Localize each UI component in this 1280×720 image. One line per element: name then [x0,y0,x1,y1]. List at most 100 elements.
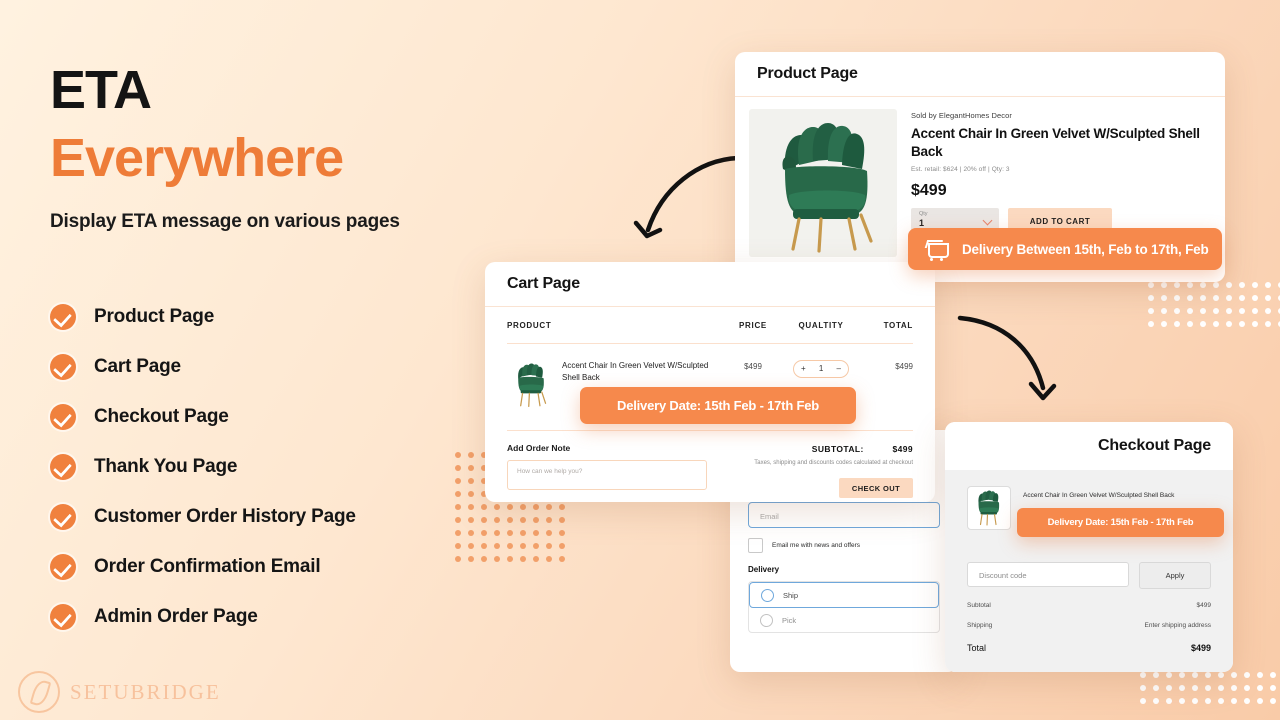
decorative-dot [1265,282,1271,288]
decorative-dot [1226,321,1232,327]
column-total: TOTAL [883,320,913,330]
order-note-input[interactable]: How can we help you? [507,460,707,490]
column-product: PRODUCT [507,320,552,330]
decorative-dot [1148,308,1154,314]
decorative-dot [1161,282,1167,288]
decorative-dot [1140,672,1146,678]
increment-button[interactable]: + [801,364,806,373]
decrement-button[interactable]: – [837,364,841,373]
arrow-to-cart-icon [633,155,741,239]
newsletter-row[interactable]: Email me with news and offers [748,538,940,553]
decorative-dot [533,530,539,536]
decorative-dot [1252,295,1258,301]
newsletter-checkbox[interactable] [748,538,763,553]
delivery-option-pick[interactable]: Pick [749,608,939,632]
decorative-dot [1161,295,1167,301]
decorative-dot [1200,321,1206,327]
checkout-page-title: Checkout Page [1098,437,1211,454]
checkout-page-card: Checkout Page Accent Chair In Green Velv… [945,422,1233,672]
column-quantity: QUALTITY [798,320,844,330]
decorative-dot [520,504,526,510]
cart-summary: SUBTOTAL: $499 Taxes, shipping and disco… [754,443,913,498]
decorative-dot [1179,698,1185,704]
email-field[interactable]: Email [748,502,940,528]
decorative-dot [1179,672,1185,678]
quantity-stepper[interactable]: + 1 – [793,359,849,378]
quantity-value: 1 [919,218,925,229]
decorative-dot [1231,685,1237,691]
decorative-dot [1226,308,1232,314]
apply-discount-button[interactable]: Apply [1139,562,1211,589]
decorative-dot [1244,672,1250,678]
cart-price-value: $499 [744,362,762,371]
decorative-dot [546,556,552,562]
decorative-dot [1179,685,1185,691]
decorative-dot [559,530,565,536]
feature-item: Admin Order Page [50,592,520,642]
decorative-dot [1270,698,1276,704]
decorative-dot [559,543,565,549]
decorative-dot [1231,698,1237,704]
decorative-dot [1192,685,1198,691]
quantity-label: Qty [919,211,928,218]
decorative-dot [1174,295,1180,301]
decorative-dot [520,543,526,549]
delivery-options: Ship Pick [748,581,940,633]
decorative-dot [1252,282,1258,288]
decorative-dot [533,504,539,510]
cart-footer: Add Order Note How can we help you? SUBT… [485,431,935,498]
page-title: ETA [50,60,152,120]
decorative-dot [1174,321,1180,327]
setubridge-logo: SETUBRIDGE [18,671,221,713]
check-out-button[interactable]: CHECK OUT [839,478,913,498]
product-sold-by: Sold by ElegantHomes Decor [911,111,1012,120]
green-velvet-chair-illustration [978,490,1000,526]
checkout-delivery-text: Delivery Date: 15th Feb - 17th Feb [1047,517,1194,528]
cart-product-thumbnail [507,358,553,410]
newsletter-label: Email me with news and offers [772,542,861,549]
decorative-dot [1148,321,1154,327]
decorative-dot [1205,672,1211,678]
check-circle-icon [50,604,76,630]
product-image [749,109,897,257]
total-label: Total [967,643,987,653]
radio-button[interactable] [760,613,773,627]
checkout-product-thumbnail [967,486,1011,530]
cart-quantity-cell: + 1 – [783,358,859,378]
cart-page-card: Cart Page PRODUCT PRICE QUALTITY TOTAL A… [485,262,935,502]
summary-label: Shipping [967,622,993,629]
discount-code-input[interactable]: Discount code [967,562,1129,587]
checkout-delivery-banner: Delivery Date: 15th Feb - 17th Feb [1017,508,1224,537]
feature-item: Order Confirmation Email [50,542,520,592]
check-circle-icon [50,554,76,580]
cart-total-value: $499 [895,362,913,371]
decorative-dot [1252,321,1258,327]
decorative-dot [1244,698,1250,704]
radio-button[interactable] [761,588,774,602]
delivery-option-label: Pick [782,615,797,625]
decorative-dot [533,517,539,523]
delivery-option-label: Ship [783,590,799,600]
check-circle-icon [50,354,76,380]
delivery-option-ship[interactable]: Ship [749,582,939,608]
feature-item: Customer Order History Page [50,492,520,542]
feature-label: Cart Page [94,356,181,377]
decorative-dot [1265,308,1271,314]
decorative-dot [1187,282,1193,288]
decorative-dot [1192,672,1198,678]
checkout-page-header: Checkout Page [945,422,1233,470]
check-circle-icon [50,404,76,430]
feature-list: Product Page Cart Page Checkout Page Thank … [50,292,520,642]
checkout-product-name: Accent Chair In Green Velvet W/Sculpted … [1023,492,1175,499]
feature-label: Customer Order History Page [94,506,356,527]
summary-label: Subtotal [967,602,991,609]
summary-value: Enter shipping address [1144,622,1212,629]
decorative-dot [1265,295,1271,301]
decorative-dot [1213,308,1219,314]
decorative-dot [546,517,552,523]
cart-delivery-banner: Delivery Date: 15th Feb - 17th Feb [580,387,856,424]
decorative-dot [1226,282,1232,288]
decorative-dot [1257,698,1263,704]
discount-row: Discount code Apply [967,562,1211,589]
product-price: $499 [911,182,947,200]
